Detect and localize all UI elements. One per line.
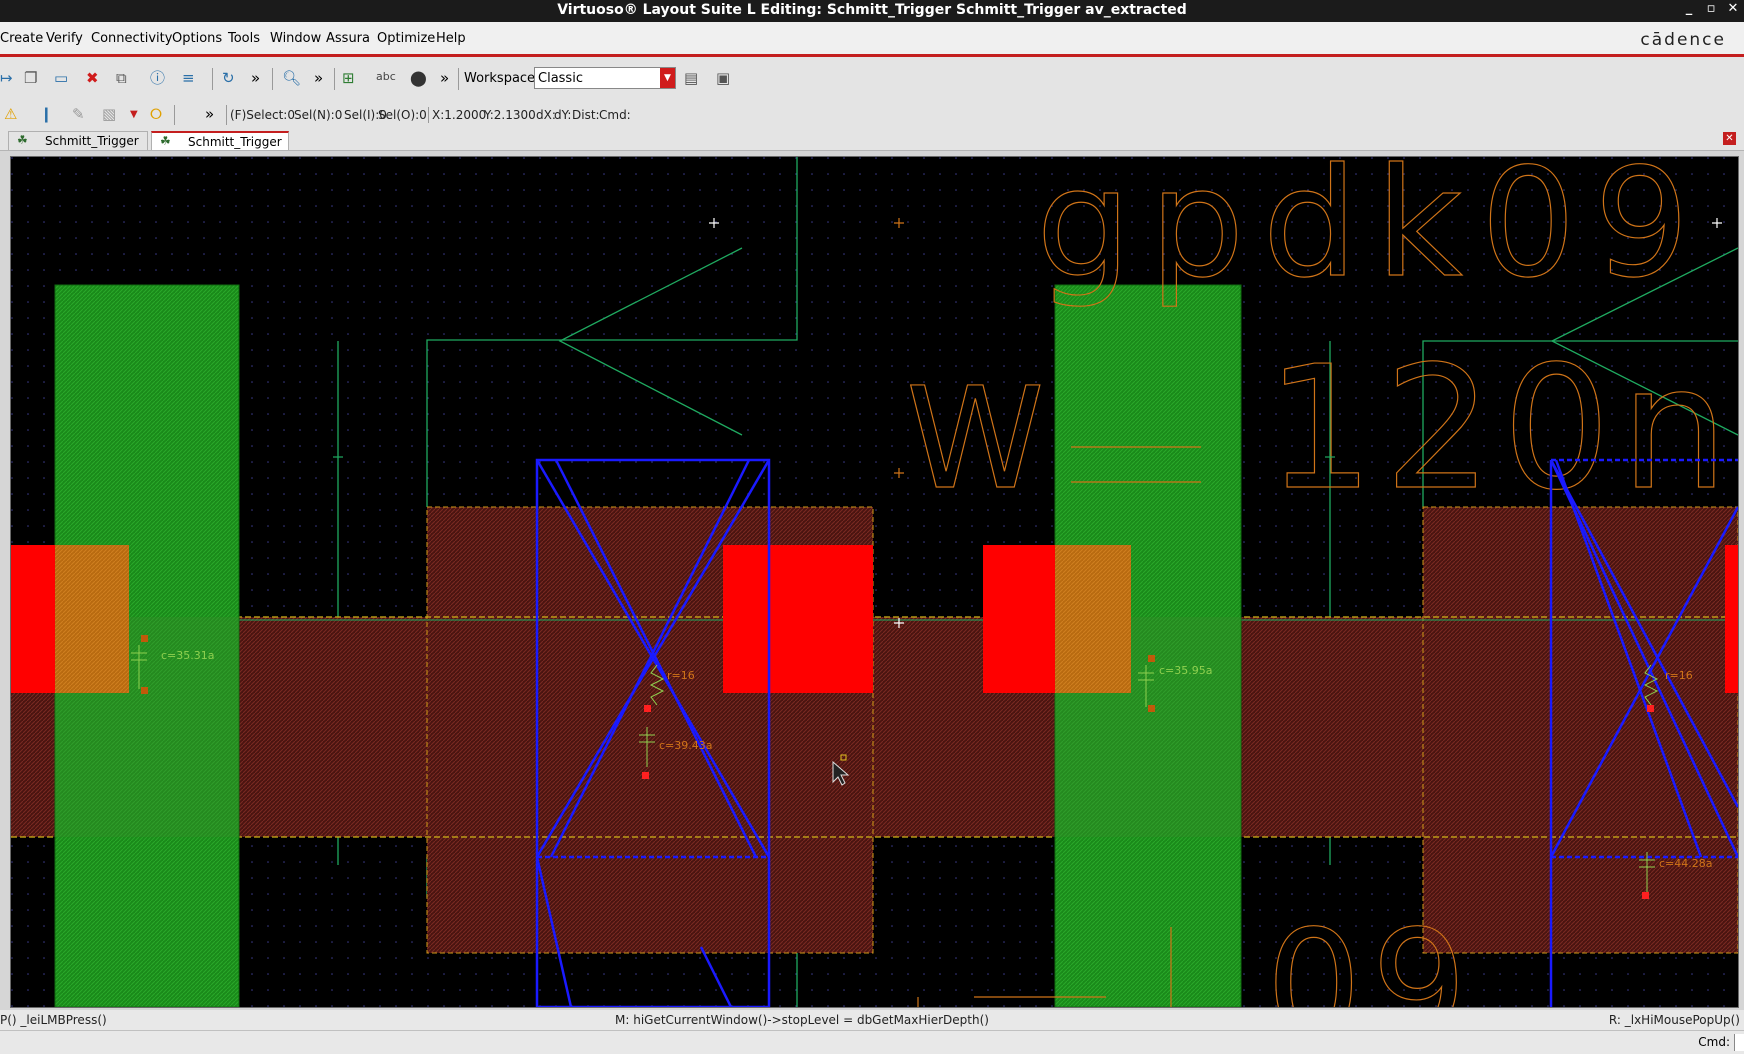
overflow-icon[interactable]: » bbox=[205, 105, 214, 123]
pin-icon[interactable]: ⬤ bbox=[410, 69, 427, 87]
workspace-select[interactable]: Classic ▼ bbox=[534, 67, 676, 89]
title-bar: Virtuoso® Layout Suite L Editing: Schmit… bbox=[0, 0, 1744, 22]
delete-icon[interactable]: ✖ bbox=[86, 69, 99, 87]
command-indicator: Cmd: bbox=[599, 108, 631, 122]
menu-bar: Create Verify Connectivity Options Tools… bbox=[0, 22, 1744, 57]
cursor-x: X:1.2000 bbox=[432, 108, 487, 122]
menu-verify[interactable]: Verify bbox=[46, 31, 83, 46]
menu-create[interactable]: Create bbox=[0, 31, 43, 46]
layer-label-length: 120n bbox=[1266, 330, 1738, 528]
toolbar-separator bbox=[226, 105, 227, 125]
res-label: r=16 bbox=[1665, 669, 1693, 682]
cursor-y: Y:2.1300 bbox=[484, 108, 536, 122]
close-window-button[interactable]: ✕ bbox=[1724, 1, 1742, 16]
poly-gate-right bbox=[1422, 506, 1738, 954]
tab-schmitt-trigger-1[interactable]: ☘ Schmitt_Trigger bbox=[8, 131, 148, 150]
zoom-icon[interactable]: 🔍︎ bbox=[282, 69, 301, 87]
contact bbox=[1725, 545, 1738, 693]
layer-label-w: W bbox=[906, 358, 1044, 521]
menu-window[interactable]: Window bbox=[270, 31, 321, 46]
contact bbox=[983, 545, 1055, 693]
res-label: r=16 bbox=[667, 669, 695, 682]
select-count: (F)Select:0 bbox=[230, 108, 295, 122]
menu-assura[interactable]: Assura bbox=[326, 31, 370, 46]
chevron-down-icon[interactable]: ▼ bbox=[660, 68, 675, 88]
layout-drawing[interactable]: gpdk09 W 120n 09 c=35.31a c=39.43a c=35.… bbox=[11, 157, 1738, 1007]
toolbar-separator bbox=[428, 107, 429, 123]
overflow-icon[interactable]: » bbox=[251, 69, 260, 87]
cap-label: c=35.31a bbox=[161, 649, 215, 662]
annotation-icon[interactable]: ✎ bbox=[72, 105, 85, 123]
workspace-label: Workspace: bbox=[464, 71, 540, 86]
cap-label: c=39.43a bbox=[659, 739, 713, 752]
label-icon[interactable]: abc bbox=[376, 68, 396, 86]
tab-label: Schmitt_Trigger bbox=[188, 135, 282, 149]
cadence-logo: cādence bbox=[1640, 30, 1726, 50]
status-toolbar: ⚠ ❙ ✎ ▧ ▼ ⭘ » (F)Select:0 Sel(N):0 Sel(I… bbox=[0, 102, 1744, 130]
lightbulb-icon[interactable]: ⭘ bbox=[150, 105, 162, 123]
mouse-hint-bar: P() _leiLMBPress() M: hiGetCurrentWindow… bbox=[0, 1010, 1744, 1030]
copy-icon[interactable]: ❐ bbox=[24, 69, 37, 87]
contact-overlap bbox=[1055, 545, 1131, 693]
info-icon[interactable]: ⓘ bbox=[150, 69, 165, 87]
middle-mouse-hint: M: hiGetCurrentWindow()->stopLevel = dbG… bbox=[615, 1013, 989, 1027]
layers-icon[interactable]: ▧ bbox=[102, 105, 116, 123]
menu-tools[interactable]: Tools bbox=[228, 31, 260, 46]
workspace-value: Classic bbox=[538, 71, 583, 86]
save-workspace-icon[interactable]: ▤ bbox=[684, 69, 698, 87]
command-label: Cmd: bbox=[1698, 1035, 1730, 1049]
align-icon[interactable]: ≡ bbox=[182, 69, 195, 87]
tab-schmitt-trigger-2[interactable]: ☘ Schmitt_Trigger bbox=[151, 131, 289, 150]
menu-connectivity[interactable]: Connectivity bbox=[91, 31, 172, 46]
toolbar-separator bbox=[212, 68, 213, 90]
minimize-button[interactable]: _ bbox=[1680, 1, 1698, 16]
marker-icon[interactable]: ❙ bbox=[40, 105, 53, 123]
toolbar-separator bbox=[458, 68, 459, 90]
distance: Dist: bbox=[572, 108, 600, 122]
delta-y: dY: bbox=[554, 108, 572, 122]
overflow-icon[interactable]: » bbox=[314, 69, 323, 87]
cap-label: c=35.95a bbox=[1159, 664, 1213, 677]
layer-label-bottom: 09 bbox=[1266, 899, 1477, 1007]
layout-cell-icon: ☘ bbox=[17, 133, 28, 147]
main-toolbar: ↦ ❐ ▭ ✖ ⧉ ⓘ ≡ ↻ » 🔍︎ » ⊞ abc ⬤ » Workspa… bbox=[0, 57, 1744, 103]
contact bbox=[11, 545, 55, 693]
create-instance-icon[interactable]: ⊞ bbox=[342, 69, 355, 87]
toolbar-separator bbox=[174, 105, 175, 125]
right-mouse-hint: R: _lxHiMousePopUp() bbox=[1608, 1013, 1740, 1027]
command-input[interactable] bbox=[1734, 1034, 1744, 1051]
close-tab-icon[interactable]: ✕ bbox=[1723, 132, 1736, 145]
tab-label: Schmitt_Trigger bbox=[45, 134, 139, 148]
left-mouse-hint: P() _leiLMBPress() bbox=[0, 1013, 107, 1027]
layer-label-gpdk: gpdk09 bbox=[1036, 157, 1707, 311]
stretch-icon[interactable]: ▭ bbox=[54, 69, 68, 87]
rotate-icon[interactable]: ↻ bbox=[222, 69, 235, 87]
contact-overlap bbox=[55, 545, 129, 693]
window-title: Virtuoso® Layout Suite L Editing: Schmit… bbox=[557, 2, 1187, 18]
properties-icon[interactable]: ⧉ bbox=[116, 69, 127, 87]
overflow-icon[interactable]: » bbox=[440, 69, 449, 87]
toolbar-separator bbox=[272, 68, 273, 90]
tab-bar: ☘ Schmitt_Trigger ☘ Schmitt_Trigger ✕ bbox=[0, 130, 1744, 151]
menu-help[interactable]: Help bbox=[436, 31, 466, 46]
cap-label: c=44.28a bbox=[1659, 857, 1713, 870]
delete-workspace-icon[interactable]: ▣ bbox=[716, 69, 730, 87]
maximize-button[interactable]: ▫ bbox=[1702, 1, 1720, 16]
sel-o-count: Sel(O):0 bbox=[378, 108, 427, 122]
delta-x: dX: bbox=[536, 108, 556, 122]
layout-canvas[interactable]: gpdk09 W 120n 09 c=35.31a c=39.43a c=35.… bbox=[10, 156, 1739, 1008]
layout-cell-icon: ☘ bbox=[160, 134, 171, 148]
menu-options[interactable]: Options bbox=[172, 31, 222, 46]
contact bbox=[723, 545, 873, 693]
toolbar-separator bbox=[334, 68, 335, 90]
sel-n-count: Sel(N):0 bbox=[294, 108, 343, 122]
chevron-down-icon[interactable]: ▼ bbox=[130, 106, 138, 124]
menu-optimize[interactable]: Optimize bbox=[377, 31, 435, 46]
warning-icon[interactable]: ⚠ bbox=[4, 105, 17, 123]
command-bar: Cmd: bbox=[0, 1030, 1744, 1054]
arrow-icon[interactable]: ↦ bbox=[0, 69, 13, 87]
